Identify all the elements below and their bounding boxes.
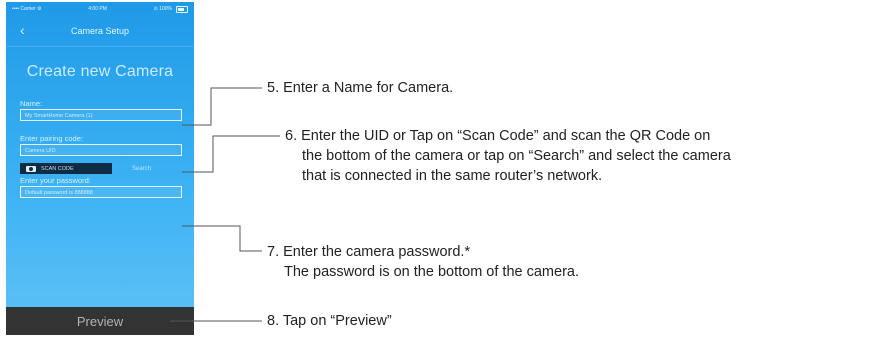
callout-step6: 6. Enter the UID or Tap on “Scan Code” a… xyxy=(285,126,731,186)
callout-step6-line2: the bottom of the camera or tap on “Sear… xyxy=(302,148,731,164)
connector-step6 xyxy=(182,135,280,173)
callout-step6-line1: 6. Enter the UID or Tap on “Scan Code” a… xyxy=(285,128,711,144)
callout-step5: 5. Enter a Name for Camera. xyxy=(267,80,454,96)
callout-step7: 7. Enter the camera password.* The passw… xyxy=(267,242,579,282)
callout-step6-line3: that is connected in the same router’s n… xyxy=(302,168,603,184)
callout-step7-line1: 7. Enter the camera password.* xyxy=(267,244,471,260)
callout-step7-line2: The password is on the bottom of the cam… xyxy=(284,264,579,280)
connector-step7 xyxy=(182,225,262,252)
connector-step5 xyxy=(182,87,262,126)
callout-step8: 8. Tap on “Preview” xyxy=(267,313,392,329)
